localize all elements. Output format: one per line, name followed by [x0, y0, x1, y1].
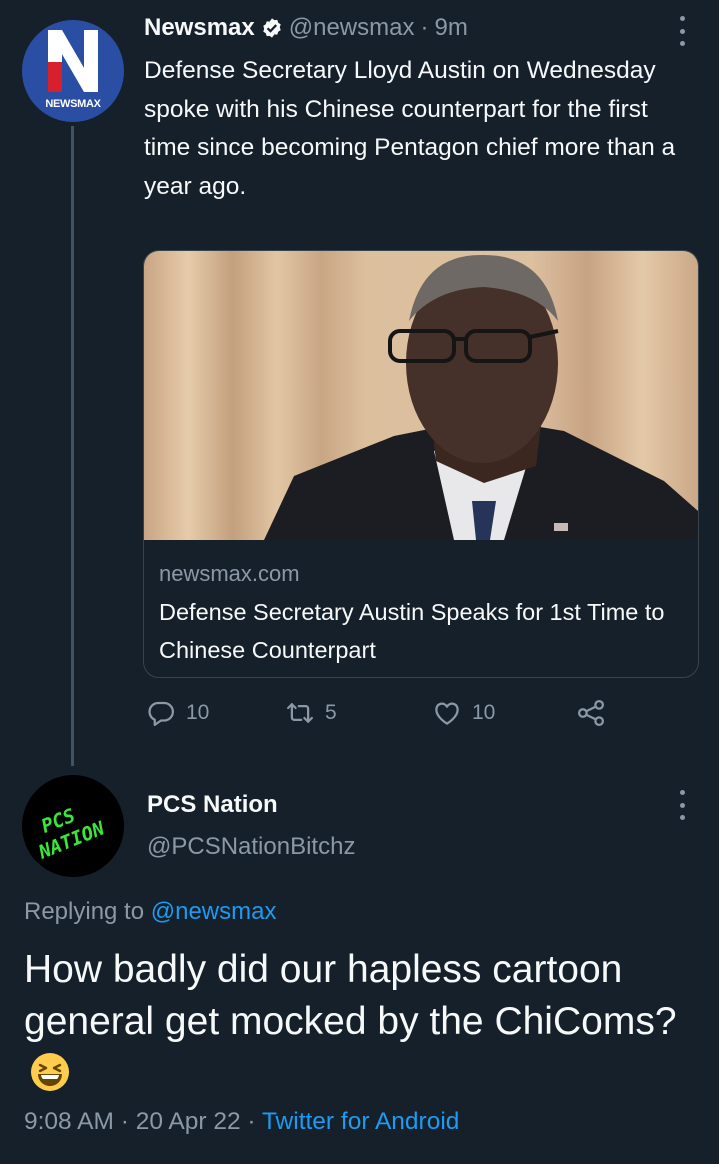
more-icon[interactable] [678, 16, 686, 46]
meta-separator-1: · [120, 1108, 129, 1135]
reply-meta: 9:08 AM · 20 Apr 22 · Twitter for Androi… [24, 1108, 459, 1136]
pcs-logo-icon: PCS NATION [35, 805, 108, 864]
reply-author-name[interactable]: PCS Nation [147, 791, 278, 819]
newsmax-logo-icon [48, 30, 98, 92]
reply-date[interactable]: 20 Apr 22 [136, 1108, 241, 1135]
retweet-count: 5 [325, 701, 337, 724]
share-button[interactable] [576, 698, 606, 728]
meta-separator-2: · [247, 1108, 256, 1135]
like-count: 10 [472, 701, 496, 724]
link-card[interactable]: newsmax.com Defense Secretary Austin Spe… [143, 250, 699, 678]
share-icon [578, 700, 604, 726]
retweet-icon [287, 703, 313, 723]
card-domain: newsmax.com [159, 561, 300, 586]
reply-source[interactable]: Twitter for Android [262, 1108, 459, 1135]
tweet-time[interactable]: 9m [434, 14, 467, 42]
thread-line [71, 126, 74, 766]
verified-icon [263, 18, 281, 38]
reply-text: How badly did our hapless cartoon genera… [24, 948, 677, 1043]
replying-to-line: Replying to @newsmax [24, 898, 276, 926]
like-icon [435, 702, 459, 725]
newsmax-avatar[interactable]: NEWSMAX [22, 20, 124, 122]
reply-more-icon[interactable] [678, 790, 686, 820]
tweet-text: Defense Secretary Lloyd Austin on Wednes… [144, 57, 676, 200]
pcs-avatar[interactable]: PCS NATION [22, 775, 124, 877]
tweet-header: Newsmax @newsmax · 9m [144, 14, 468, 42]
like-button[interactable]: 10 [432, 698, 495, 728]
reply-author-handle[interactable]: @PCSNationBitchz [147, 833, 355, 861]
card-title: Defense Secretary Austin Speaks for 1st … [159, 599, 665, 663]
laughing-emoji [31, 1053, 69, 1091]
replying-to-handle[interactable]: @newsmax [151, 898, 277, 925]
reply-time[interactable]: 9:08 AM [24, 1108, 114, 1135]
retweet-button[interactable]: 5 [285, 698, 337, 728]
reply-button[interactable]: 10 [146, 698, 209, 728]
author-name[interactable]: Newsmax [144, 14, 255, 42]
author-handle[interactable]: @newsmax [289, 14, 415, 42]
header-separator: · [420, 14, 429, 41]
avatar-brand-label: NEWSMAX [45, 98, 101, 110]
reply-count: 10 [186, 701, 210, 724]
article-photo [144, 251, 698, 540]
reply-text-block: How badly did our hapless cartoon genera… [24, 944, 704, 1100]
reply-icon [148, 701, 174, 726]
replying-prefix: Replying to [24, 898, 145, 925]
